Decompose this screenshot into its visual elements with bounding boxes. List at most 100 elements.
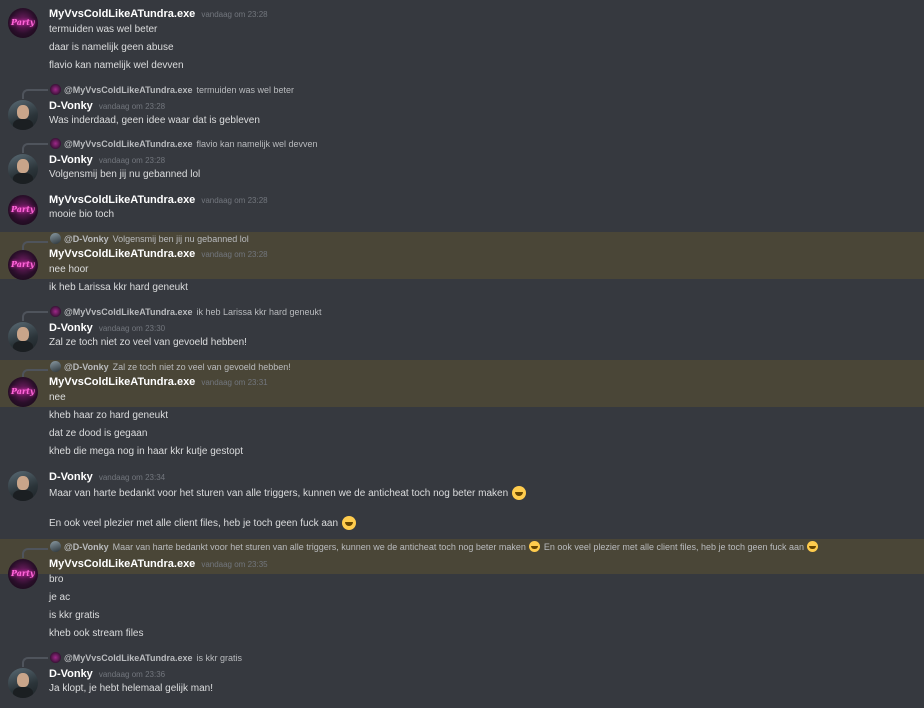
message-text-content: En ook veel plezier met alle client file… <box>49 517 339 529</box>
reply-text: Zal ze toch niet zo veel van gevoeld heb… <box>112 361 291 372</box>
message-text: bro <box>49 574 64 585</box>
reply-text: Volgensmij ben jij nu gebanned lol <box>112 233 249 244</box>
username[interactable]: D-Vonky <box>49 100 93 112</box>
message-text: flavio kan namelijk wel devven <box>49 60 184 71</box>
message-group: D-Vonky vandaag om 23:34 Maar van harte … <box>0 466 924 538</box>
user-avatar[interactable] <box>8 100 38 130</box>
user-avatar[interactable] <box>8 668 38 698</box>
reply-username[interactable]: @D-Vonky <box>64 234 109 244</box>
reply-preview[interactable]: @MyVvsColdLikeATundra.exe flavio kan nam… <box>50 138 318 149</box>
message-text: mooie bio toch <box>49 209 115 220</box>
timestamp: vandaag om 23:28 <box>201 196 268 205</box>
reply-text: En ook veel plezier met alle client file… <box>543 541 805 552</box>
reply-text: termuiden was wel beter <box>196 84 295 95</box>
message-text: Volgensmij ben jij nu gebanned lol <box>49 169 201 180</box>
reply-preview[interactable]: @D-Vonky Maar van harte bedankt voor het… <box>50 541 819 552</box>
message-text-content: Maar van harte bedankt voor het sturen v… <box>49 487 509 499</box>
reply-connector <box>22 143 48 153</box>
reply-username[interactable]: @D-Vonky <box>64 542 109 552</box>
reply-preview[interactable]: @MyVvsColdLikeATundra.exe is kkr gratis <box>50 652 242 663</box>
message-text: kheb haar zo hard geneukt <box>49 410 168 421</box>
message-group-mention: @D-Vonky Zal ze toch niet zo veel van ge… <box>0 360 924 407</box>
reply-text: flavio kan namelijk wel devven <box>196 138 318 149</box>
grinning-smile-emoji[interactable] <box>342 516 357 530</box>
message-text: Was inderdaad, geen idee waar dat is geb… <box>49 115 260 126</box>
message-text: nee <box>49 392 66 403</box>
reply-avatar <box>50 541 61 552</box>
reply-text: ik heb Larissa kkr hard geneukt <box>196 306 322 317</box>
username[interactable]: MyVvsColdLikeATundra.exe <box>49 194 195 206</box>
username[interactable]: D-Vonky <box>49 668 93 680</box>
message-text: nee hoor <box>49 264 89 275</box>
reply-username[interactable]: @MyVvsColdLikeATundra.exe <box>64 139 192 149</box>
reply-username[interactable]: @MyVvsColdLikeATundra.exe <box>64 307 192 317</box>
user-avatar[interactable] <box>8 322 38 352</box>
message-text: is kkr gratis <box>49 610 100 621</box>
message-group: @MyVvsColdLikeATundra.exe flavio kan nam… <box>0 134 924 190</box>
timestamp: vandaag om 23:31 <box>201 378 268 387</box>
message-group: MyVvsColdLikeATundra.exe vandaag om 23:2… <box>0 0 924 80</box>
user-avatar[interactable] <box>8 154 38 184</box>
timestamp: vandaag om 23:36 <box>98 670 166 679</box>
reply-username[interactable]: @MyVvsColdLikeATundra.exe <box>64 653 192 663</box>
user-avatar[interactable] <box>8 195 38 225</box>
user-avatar[interactable] <box>8 559 38 589</box>
reply-connector <box>22 548 48 558</box>
reply-avatar <box>50 138 61 149</box>
message-group: @MyVvsColdLikeATundra.exe termuiden was … <box>0 80 924 134</box>
reply-connector <box>22 657 48 667</box>
message-group-mention: @D-Vonky Maar van harte bedankt voor het… <box>0 539 924 589</box>
message-text: dat ze dood is gegaan <box>49 428 148 439</box>
grinning-smile-emoji <box>528 541 540 552</box>
username[interactable]: MyVvsColdLikeATundra.exe <box>49 558 195 570</box>
reply-avatar <box>50 233 61 244</box>
timestamp: vandaag om 23:35 <box>201 560 268 569</box>
user-avatar[interactable] <box>8 8 38 38</box>
timestamp: vandaag om 23:28 <box>98 156 166 165</box>
username[interactable]: MyVvsColdLikeATundra.exe <box>49 248 195 260</box>
message-text: kheb die mega nog in haar kkr kutje gest… <box>49 446 244 457</box>
user-avatar[interactable] <box>8 377 38 407</box>
user-avatar[interactable] <box>8 471 38 501</box>
user-avatar[interactable] <box>8 250 38 280</box>
username[interactable]: D-Vonky <box>49 154 93 166</box>
reply-avatar <box>50 652 61 663</box>
message-text: kheb ook stream files <box>49 628 144 639</box>
message-text: En ook veel plezier met alle client file… <box>49 516 357 530</box>
username[interactable]: D-Vonky <box>49 471 93 483</box>
reply-username[interactable]: @D-Vonky <box>64 362 109 372</box>
username[interactable]: D-Vonky <box>49 322 93 334</box>
message-text: ik heb Larissa kkr hard geneukt <box>49 282 188 293</box>
timestamp: vandaag om 23:28 <box>201 10 268 19</box>
message-group: MyVvsColdLikeATundra.exe vandaag om 23:2… <box>0 190 924 232</box>
message-group-mention: @D-Vonky Volgensmij ben jij nu gebanned … <box>0 232 924 280</box>
reply-avatar <box>50 361 61 372</box>
reply-avatar <box>50 306 61 317</box>
timestamp: vandaag om 23:34 <box>98 473 166 482</box>
reply-text: is kkr gratis <box>196 652 242 663</box>
reply-preview[interactable]: @MyVvsColdLikeATundra.exe ik heb Larissa… <box>50 306 322 317</box>
reply-connector <box>22 311 48 321</box>
reply-username[interactable]: @MyVvsColdLikeATundra.exe <box>64 85 192 95</box>
reply-preview[interactable]: @D-Vonky Volgensmij ben jij nu gebanned … <box>50 233 249 244</box>
timestamp: vandaag om 23:28 <box>201 250 268 259</box>
grinning-smile-emoji <box>807 541 819 552</box>
timestamp: vandaag om 23:30 <box>98 324 166 333</box>
reply-preview[interactable]: @MyVvsColdLikeATundra.exe termuiden was … <box>50 84 294 95</box>
reply-avatar <box>50 84 61 95</box>
timestamp: vandaag om 23:28 <box>98 102 166 111</box>
grinning-smile-emoji[interactable] <box>512 486 527 500</box>
reply-text: Maar van harte bedankt voor het sturen v… <box>112 541 526 552</box>
message-text: Ja klopt, je hebt helemaal gelijk man! <box>49 683 213 694</box>
message-group: @MyVvsColdLikeATundra.exe is kkr gratis … <box>0 648 924 708</box>
message-text: Zal ze toch niet zo veel van gevoeld heb… <box>49 337 247 348</box>
username[interactable]: MyVvsColdLikeATundra.exe <box>49 376 195 388</box>
reply-preview[interactable]: @D-Vonky Zal ze toch niet zo veel van ge… <box>50 361 291 372</box>
username[interactable]: MyVvsColdLikeATundra.exe <box>49 8 195 20</box>
message-text: je ac <box>49 592 71 603</box>
message-group: @MyVvsColdLikeATundra.exe ik heb Larissa… <box>0 302 924 362</box>
message-text: termuiden was wel beter <box>49 24 158 35</box>
message-text: Maar van harte bedankt voor het sturen v… <box>49 486 527 500</box>
message-text: daar is namelijk geen abuse <box>49 42 174 53</box>
reply-connector <box>22 89 48 99</box>
